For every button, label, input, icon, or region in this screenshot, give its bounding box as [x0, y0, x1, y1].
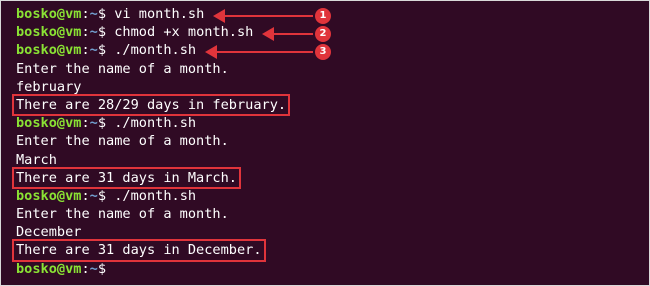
prompt-path: ~ [89, 42, 98, 59]
prompt-separator: : [81, 260, 90, 277]
arrow-line [223, 15, 313, 17]
prompt-path: ~ [89, 187, 98, 204]
command-text: chmod +x month.sh [106, 24, 254, 41]
prompt-symbol: $ [97, 24, 107, 41]
prompt-symbol: $ [97, 115, 107, 132]
prompt-separator: : [81, 187, 90, 204]
prompt-line: bosko@vm:~$ ./month.sh [16, 114, 288, 132]
prompt-path: ~ [89, 260, 98, 277]
output-line: Enter the name of a month. [16, 60, 288, 78]
prompt-path: ~ [89, 24, 98, 41]
prompt-separator: : [81, 42, 90, 59]
prompt-separator: : [81, 115, 90, 132]
prompt-path: ~ [89, 6, 98, 22]
output-text: february [16, 78, 82, 95]
prompt-user: bosko@vm [16, 24, 82, 41]
highlighted-output-text: There are 28/29 days in february. [11, 93, 291, 117]
prompt-user: bosko@vm [16, 42, 82, 59]
output-text: Enter the name of a month. [16, 206, 229, 223]
highlighted-output-line: There are 28/29 days in february. [11, 93, 291, 117]
prompt-symbol: $ [97, 42, 107, 59]
prompt-line: bosko@vm:~$ chmod +x month.sh [16, 23, 288, 41]
prompt-path: ~ [89, 115, 98, 132]
output-text: March [16, 151, 57, 168]
prompt-line: bosko@vm:~$ [16, 260, 288, 278]
prompt-symbol: $ [97, 187, 107, 204]
output-line: Enter the name of a month. [16, 132, 288, 150]
command-text: vi month.sh [106, 6, 205, 22]
annotation-arrow-1: 1 [213, 8, 335, 24]
command-text: ./month.sh [106, 187, 197, 204]
command-text: ./month.sh [106, 42, 197, 59]
prompt-user: bosko@vm [16, 6, 82, 22]
prompt-user: bosko@vm [16, 115, 82, 132]
output-line: february [16, 78, 288, 96]
prompt-user: bosko@vm [16, 187, 82, 204]
arrow-line [272, 33, 313, 36]
output-line: December [16, 223, 288, 241]
highlighted-output-text: There are 31 days in December. [12, 239, 266, 262]
prompt-line: bosko@vm:~$ ./month.sh [16, 187, 288, 205]
output-text: Enter the name of a month. [16, 133, 229, 150]
terminal-window: bosko@vm:~$ vi month.sh bosko@vm:~$ chmod… [0, 0, 650, 286]
prompt-user: bosko@vm [16, 260, 82, 277]
highlighted-output-line: There are 31 days in March. [12, 166, 288, 189]
arrow-line [215, 51, 313, 54]
prompt-symbol: $ [97, 6, 107, 22]
prompt-separator: : [81, 24, 90, 41]
step-number-badge: 1 [315, 8, 331, 24]
output-line: March [16, 151, 288, 169]
command-text: ./month.sh [106, 115, 197, 132]
output-text: Enter the name of a month. [16, 60, 229, 77]
step-number-badge: 2 [315, 26, 331, 43]
highlighted-output-line: There are 31 days in December. [12, 239, 288, 262]
output-text: December [16, 224, 82, 241]
highlighted-output-text: There are 31 days in March. [12, 166, 241, 189]
prompt-separator: : [81, 6, 90, 22]
step-number-badge: 3 [315, 44, 331, 61]
output-line: Enter the name of a month. [16, 205, 288, 223]
annotation-arrow-2: 2 [262, 26, 335, 43]
prompt-symbol: $ [97, 260, 107, 277]
annotation-arrow-3: 3 [205, 44, 335, 61]
